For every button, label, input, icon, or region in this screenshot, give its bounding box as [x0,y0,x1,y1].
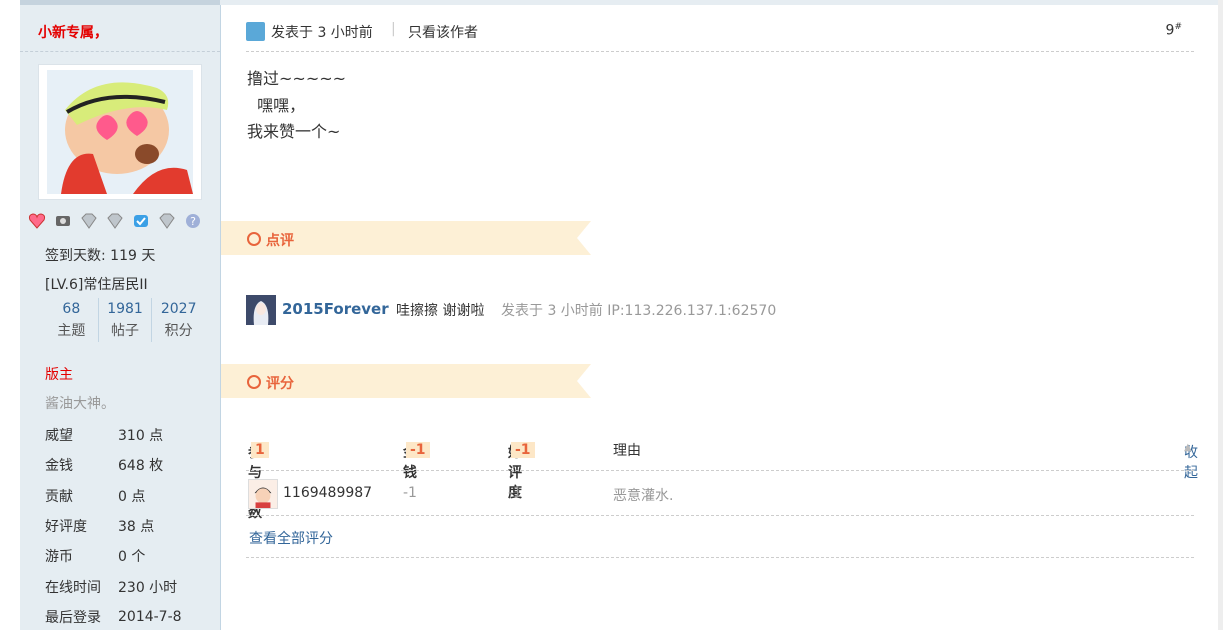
divider [246,557,1194,558]
prop-key: 威望 [45,428,73,445]
count-value[interactable]: 68 [45,298,98,320]
prop-key: 贡献 [45,488,73,505]
medal-list: ? [28,212,202,230]
rating-row: 1169489987 -1 -1 恶意灌水. [248,479,1194,509]
only-author-link[interactable]: 只看该作者 [408,22,478,42]
prop-row: 好评度 38 点 [45,511,182,541]
divider [246,515,1194,516]
separator: | [391,21,396,37]
user-sidebar: 小新专属， ? 签到天数: 119 天 [LV.6]常住居民II 68 主题 1… [20,5,221,630]
count-label: 帖子 [111,323,139,339]
prop-row: 贡献 0 点 [45,481,182,511]
diamond-medal-icon[interactable] [80,212,98,230]
prop-value: 38 点 [118,519,155,536]
prop-row: 最后登录 2014-7-8 [45,602,182,632]
blue-medal-icon[interactable] [132,212,150,230]
prop-key: 金钱 [45,458,73,475]
band-notch [577,221,591,255]
rating-title: 评分 [266,376,294,392]
avatar[interactable] [38,64,202,200]
prop-key: 好评度 [45,519,87,536]
circle-icon [247,375,261,389]
count-credits[interactable]: 2027 积分 [152,298,205,342]
circle-icon [247,232,261,246]
post-message: 撸过~~~~~ 嘿嘿， 我来赞一个~ [247,69,347,141]
prop-value: 0 个 [118,549,146,566]
post-header: 发表于 3 小时前 | 只看该作者 9# [246,20,1194,52]
prop-value: 648 枚 [118,458,164,475]
reputation-total: -1 [511,442,535,458]
prop-value: 0 点 [118,488,146,505]
rater-name[interactable]: 1169489987 [283,485,372,501]
prop-row: 在线时间 230 小时 [45,571,182,601]
reviewer-avatar[interactable] [246,295,276,325]
svg-text:?: ? [190,215,196,228]
review-meta: 发表于 3 小时前 IP:113.226.137.1:62570 [501,303,777,319]
user-level[interactable]: [LV.6]常住居民II [45,274,148,294]
count-label: 积分 [164,323,193,339]
floor-number[interactable]: 9# [1166,22,1182,39]
user-props: 威望 310 点 金钱 648 枚 贡献 0 点 好评度 38 点 游币 0 个 在线时间… [45,420,182,632]
diamond-medal-icon[interactable] [106,212,124,230]
heart-medal-icon[interactable] [28,212,46,230]
prop-value: 2014-7-8 [118,608,182,625]
review-section-header: 点评 [221,221,591,255]
rating-header-row: 参与人数1 金钱-1 好评度-1 理由 收起 ▲ [248,438,1198,521]
count-posts[interactable]: 1981 帖子 [99,298,153,342]
prop-key: 游币 [45,549,73,566]
review-text: 哇擦擦 谢谢啦 [396,303,485,319]
post-time: 发表于 3 小时前 [271,25,373,41]
prop-row: 游币 0 个 [45,541,182,571]
diamond-medal-icon[interactable] [158,212,176,230]
rater-avatar[interactable] [248,479,278,509]
band-notch [577,364,591,398]
user-counts: 68 主题 1981 帖子 2027 积分 [45,298,205,342]
divider [246,470,1194,471]
rater-reason: 恶意灌水. [613,488,674,504]
triangle-up-icon[interactable]: ▲ [1184,442,1192,453]
avatar-image [47,70,193,194]
prop-row: 威望 310 点 [45,420,182,450]
reviewer-name[interactable]: 2015Forever [282,300,389,318]
rating-section-header: 评分 [221,364,591,398]
count-value[interactable]: 1981 [99,298,152,320]
checkin-days: 签到天数: 119 天 [45,248,156,264]
user-role[interactable]: 版主 [45,364,73,384]
money-total: -1 [406,442,430,458]
count-threads[interactable]: 68 主题 [45,298,99,342]
prop-value: 230 小时 [118,579,178,596]
question-medal-icon[interactable]: ? [184,212,202,230]
online-user-icon [246,22,265,41]
rater-money: -1 [403,485,417,501]
rater-reputation: -1 [508,485,522,501]
count-label: 主题 [57,323,86,339]
scrollbar[interactable] [1218,0,1223,630]
divider [20,51,220,52]
prop-value: 310 点 [118,428,164,445]
floor-mark: # [1174,22,1182,32]
participants-count: 1 [251,442,269,458]
reason-header: 理由 [613,443,641,459]
prop-row: 金钱 648 枚 [45,450,182,480]
prop-key: 在线时间 [45,579,101,596]
user-motto: 酱油大神。 [45,396,115,412]
prop-key: 最后登录 [45,609,101,626]
count-value[interactable]: 2027 [152,298,205,320]
divider [246,51,1194,52]
view-all-ratings-link[interactable]: 查看全部评分 [249,528,333,548]
username[interactable]: 小新专属， [38,22,108,42]
review-title: 点评 [266,233,294,249]
camera-medal-icon[interactable] [54,212,72,230]
